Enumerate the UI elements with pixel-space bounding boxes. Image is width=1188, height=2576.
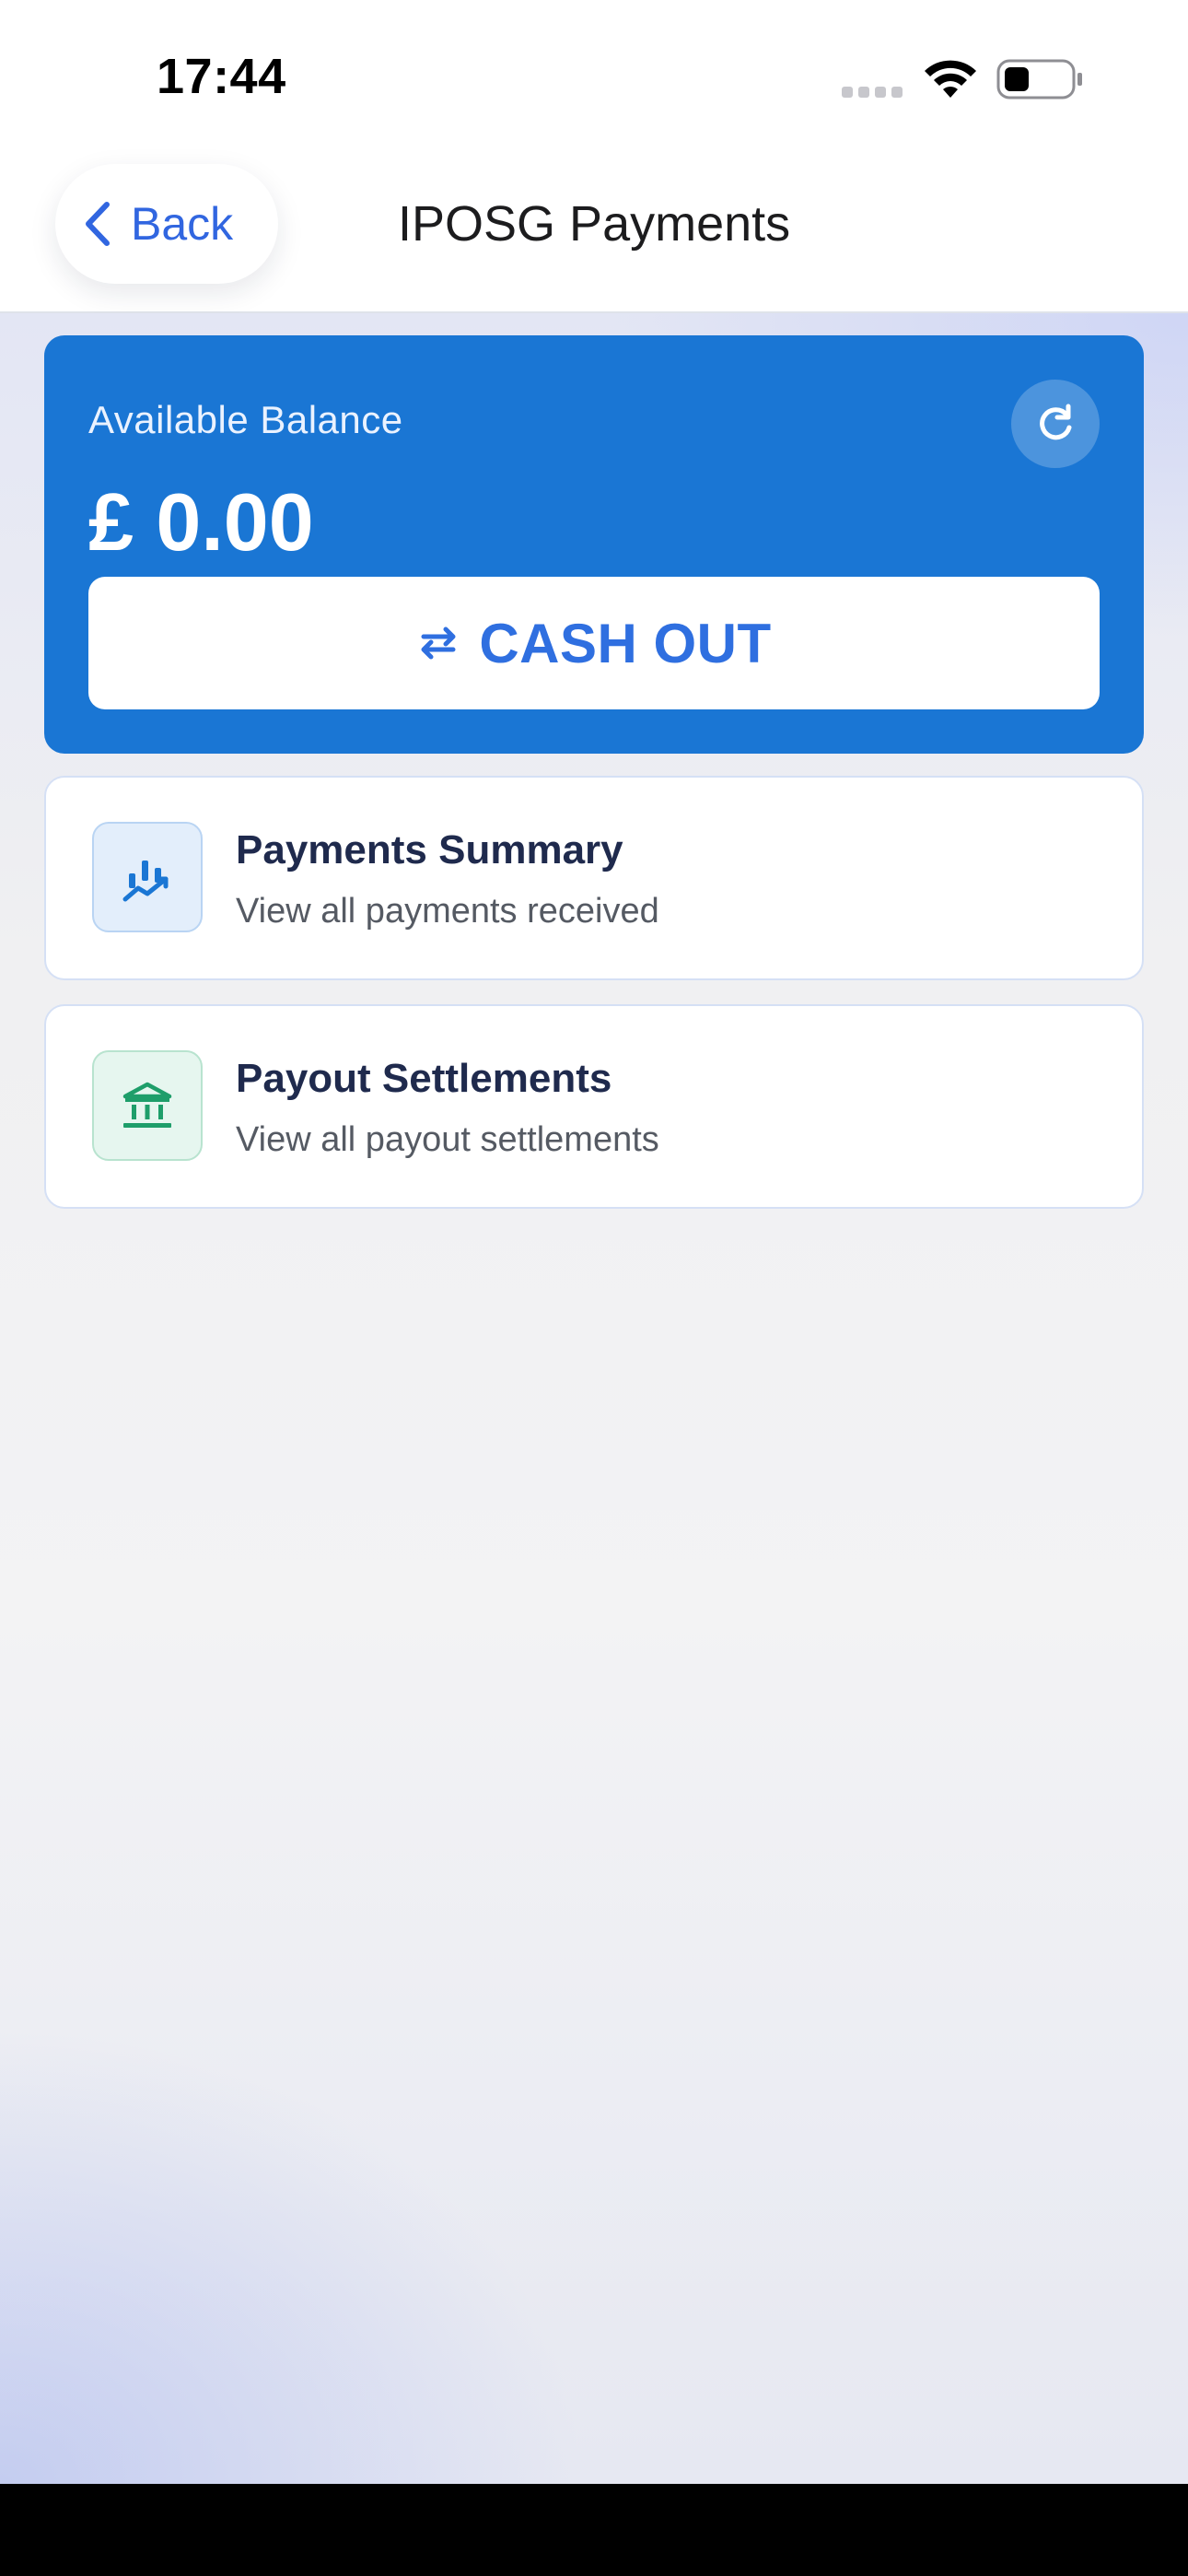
- wifi-icon: [925, 60, 976, 98]
- refresh-button[interactable]: [1011, 380, 1100, 468]
- payments-summary-subtitle: View all payments received: [236, 892, 659, 931]
- payout-settlements-card[interactable]: Payout Settlements View all payout settl…: [44, 1004, 1144, 1209]
- main-content: Available Balance £ 0.00 CASH OUT Paymen…: [0, 313, 1188, 2484]
- payments-summary-card[interactable]: Payments Summary View all payments recei…: [44, 776, 1144, 980]
- balance-amount: £ 0.00: [88, 476, 314, 568]
- back-button[interactable]: Back: [55, 164, 278, 284]
- balance-label: Available Balance: [88, 398, 403, 441]
- chart-trend-icon: [122, 861, 169, 902]
- payments-summary-icon-box: [92, 822, 203, 932]
- status-bar: 17:44: [0, 0, 1188, 147]
- payments-summary-title: Payments Summary: [236, 827, 623, 872]
- cash-out-label: CASH OUT: [479, 612, 772, 674]
- payout-settlements-title: Payout Settlements: [236, 1056, 612, 1101]
- refresh-icon: [1040, 404, 1072, 440]
- back-label: Back: [131, 198, 234, 250]
- balance-card: Available Balance £ 0.00 CASH OUT: [44, 335, 1144, 754]
- battery-icon: [996, 59, 1082, 100]
- bank-icon: [122, 1082, 172, 1128]
- navigation-bar: Back IPOSG Payments: [0, 147, 1188, 313]
- signal-dots-icon: [842, 87, 903, 98]
- status-time: 17:44: [157, 49, 286, 104]
- chevron-left-icon: [86, 202, 110, 246]
- swap-arrows-icon: [421, 626, 456, 660]
- payout-settlements-icon-box: [92, 1050, 203, 1161]
- bottom-system-bar: [0, 2484, 1188, 2576]
- page-title: IPOSG Payments: [398, 196, 791, 252]
- payout-settlements-subtitle: View all payout settlements: [236, 1120, 659, 1159]
- cash-out-button[interactable]: CASH OUT: [88, 577, 1100, 709]
